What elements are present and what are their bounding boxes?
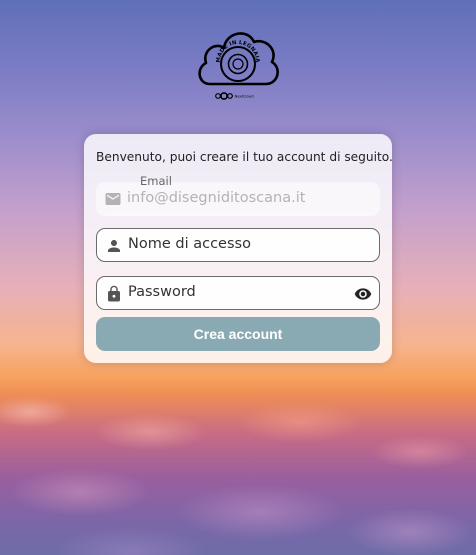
email-label: Email	[140, 174, 172, 188]
email-value: info@disegniditoscana.it	[127, 190, 306, 206]
cloud-logo-icon: MADE IN LEGNAIA Nextcloud	[198, 32, 279, 100]
password-placeholder: Password	[128, 284, 196, 300]
username-placeholder: Nome di accesso	[128, 236, 251, 252]
user-icon	[105, 237, 123, 255]
password-field[interactable]: Password	[96, 276, 380, 310]
lock-icon	[105, 285, 123, 303]
brand-text: Nextcloud	[235, 94, 255, 99]
email-field: Email info@disegniditoscana.it	[96, 174, 380, 216]
create-account-button[interactable]: Crea account	[96, 317, 380, 351]
eye-icon[interactable]	[354, 285, 372, 303]
username-field[interactable]: Nome di accesso	[96, 228, 380, 262]
envelope-icon	[104, 190, 122, 208]
nextcloud-mark-icon	[215, 92, 233, 100]
intro-text: Benvenuto, puoi creare il tuo account di…	[96, 150, 393, 164]
site-logo: MADE IN LEGNAIA Nextcloud	[196, 18, 280, 104]
signup-card: Benvenuto, puoi creare il tuo account di…	[84, 134, 393, 363]
cloud-background	[0, 382, 476, 555]
